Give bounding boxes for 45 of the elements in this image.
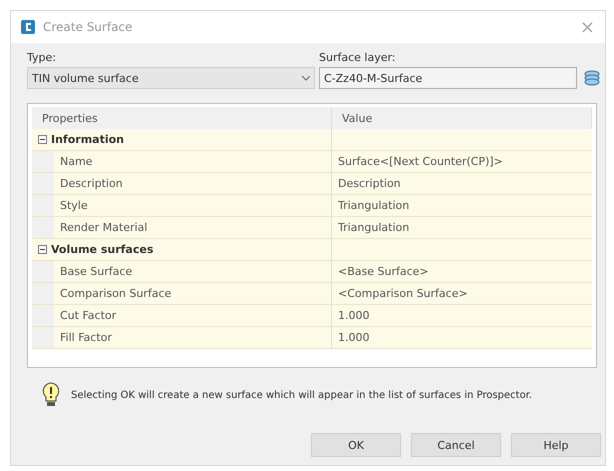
property-name: Style: [54, 195, 332, 217]
row-gutter: [32, 195, 54, 217]
row-gutter: [32, 327, 54, 349]
property-name: Base Surface: [54, 261, 332, 283]
column-header: Properties: [32, 107, 332, 129]
property-value[interactable]: Triangulation: [332, 217, 592, 239]
category-cell[interactable]: Information: [32, 129, 332, 151]
row-gutter: [32, 305, 54, 327]
layer-field[interactable]: C-Zz40-M-Surface: [319, 67, 577, 89]
chevron-icon: [302, 76, 310, 80]
property-value[interactable]: 1.000: [332, 305, 592, 327]
collapse-icon[interactable]: [38, 245, 47, 254]
window-title: Create Surface: [43, 20, 134, 34]
property-value[interactable]: Surface<[Next Counter(CP)]>: [332, 151, 592, 173]
property-name: Description: [54, 173, 332, 195]
property-name: Name: [54, 151, 332, 173]
dialog-button[interactable]: OK: [311, 433, 401, 457]
category-cell[interactable]: Volume surfaces: [32, 239, 332, 261]
row-gutter: [32, 151, 54, 173]
column-header: Value: [332, 107, 592, 129]
row-gutter: [32, 261, 54, 283]
type-label: Type:: [27, 51, 57, 64]
dialog-button[interactable]: Help: [511, 433, 601, 457]
property-name: Cut Factor: [54, 305, 332, 327]
dialog-button[interactable]: Cancel: [411, 433, 501, 457]
row-gutter: [32, 217, 54, 239]
collapse-icon[interactable]: [38, 135, 47, 144]
lightbulb-icon: [41, 382, 61, 408]
category-label: Volume surfaces: [51, 243, 154, 256]
row-gutter: [32, 173, 54, 195]
category-label: Information: [51, 133, 124, 146]
property-value[interactable]: Triangulation: [332, 195, 592, 217]
property-value[interactable]: <Comparison Surface>: [332, 283, 592, 305]
type-dropdown[interactable]: TIN volume surface: [27, 67, 315, 89]
property-name: Render Material: [54, 217, 332, 239]
property-value[interactable]: Description: [332, 173, 592, 195]
property-name: Comparison Surface: [54, 283, 332, 305]
property-value[interactable]: 1.000: [332, 327, 592, 349]
info-message: Selecting OK will create a new surface which will appear in the list of surfaces in Prospector.: [71, 390, 532, 400]
app-logo-icon: [21, 20, 35, 34]
property-value[interactable]: <Base Surface>: [332, 261, 592, 283]
layers-icon[interactable]: [583, 69, 601, 87]
layer-label: Surface layer:: [319, 51, 397, 64]
row-gutter: [32, 283, 54, 305]
property-name: Fill Factor: [54, 327, 332, 349]
